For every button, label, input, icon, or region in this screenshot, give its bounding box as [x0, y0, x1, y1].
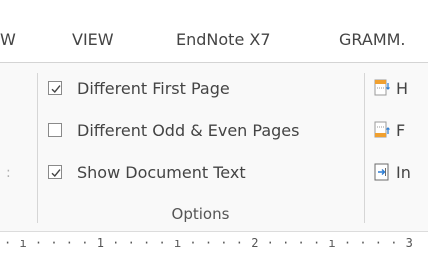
show-document-text-option[interactable]: Show Document Text	[48, 161, 246, 183]
different-first-page-checkbox[interactable]	[48, 81, 62, 95]
tab-view[interactable]: VIEW	[72, 30, 114, 49]
previous-group-edge: :	[6, 165, 11, 181]
group-separator-left	[37, 73, 38, 223]
horizontal-ruler[interactable]: · ı · · · · 1 · · · · ı · · · · 2 · · · …	[0, 232, 428, 262]
footer-position-icon	[374, 121, 390, 138]
show-document-text-checkbox[interactable]	[48, 165, 62, 179]
different-first-page-option[interactable]: Different First Page	[48, 77, 230, 99]
insert-alignment-tab-command[interactable]: In	[374, 161, 411, 183]
insert-alignment-tab-icon	[374, 163, 389, 181]
options-group-title: Options	[171, 205, 230, 223]
insert-alignment-tab-label: In	[396, 162, 411, 182]
different-odd-even-pages-label: Different Odd & Even Pages	[77, 120, 300, 140]
different-odd-even-pages-checkbox[interactable]	[48, 123, 62, 137]
header-from-top-label: H	[396, 78, 409, 98]
tab-review-partial[interactable]: W	[0, 30, 16, 49]
different-odd-even-pages-option[interactable]: Different Odd & Even Pages	[48, 119, 299, 141]
show-document-text-label: Show Document Text	[77, 162, 246, 182]
header-from-top-command[interactable]: H	[374, 77, 408, 99]
ribbon-tab-bar: W VIEW EndNote X7 GRAMM.	[0, 0, 428, 63]
tab-grammarly-partial[interactable]: GRAMM.	[339, 30, 406, 49]
group-separator-right	[364, 73, 365, 223]
footer-from-bottom-command[interactable]: F	[374, 119, 405, 141]
footer-from-bottom-label: F	[396, 120, 406, 140]
ruler-ticks: · ı · · · · 1 · · · · ı · · · · 2 · · · …	[4, 236, 414, 250]
checkmark-icon	[51, 169, 61, 178]
ribbon-panel: : Different First Page Different Odd & E…	[0, 63, 428, 232]
different-first-page-label: Different First Page	[77, 78, 230, 98]
header-position-icon	[374, 79, 390, 96]
tab-endnote-x7[interactable]: EndNote X7	[176, 30, 271, 49]
checkmark-icon	[51, 85, 61, 94]
